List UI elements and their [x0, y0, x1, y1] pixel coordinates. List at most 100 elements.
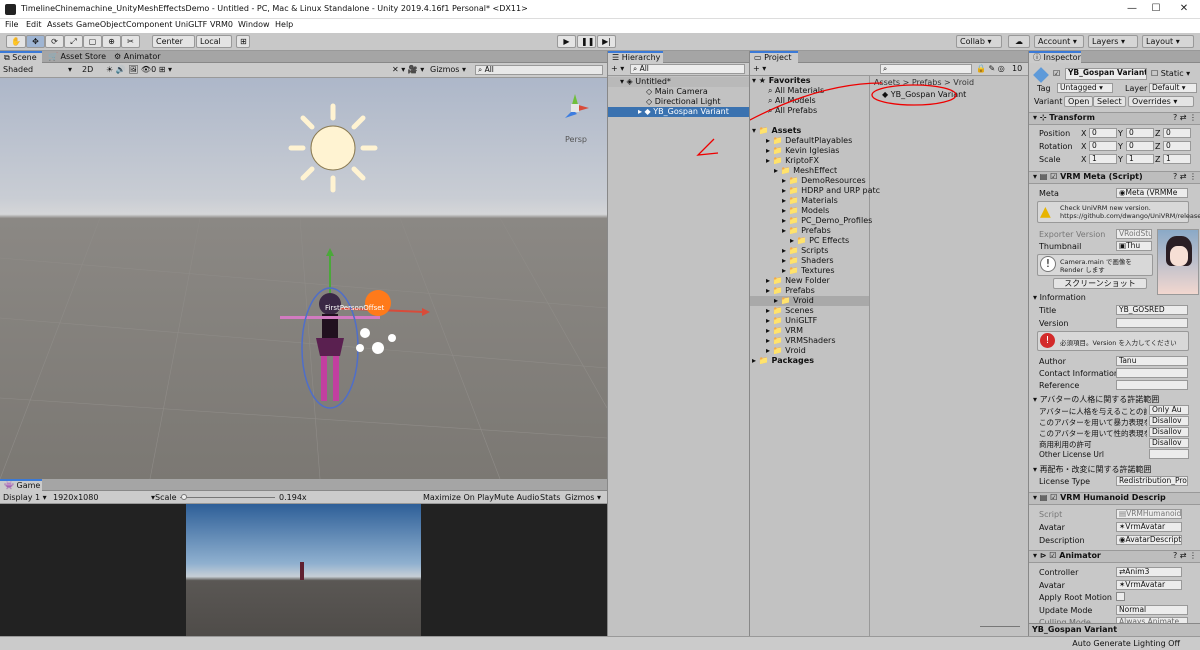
permission-foldout[interactable]: ▾ アバターの人格に関する許諾範囲 — [1033, 394, 1159, 405]
tools-icon[interactable]: ✕ ▾ 🎥 ▾ — [392, 65, 424, 74]
project-folder-item[interactable]: ▸ 📁 Prefabs — [750, 286, 869, 296]
shading-caret-icon[interactable]: ▾ — [68, 65, 72, 74]
tab-inspector[interactable]: ⓘ Inspector — [1029, 51, 1081, 63]
static-toggle[interactable]: ☐ Static ▾ — [1151, 69, 1190, 78]
project-folder-item[interactable]: ▸ 📁 Shaders — [750, 256, 869, 266]
transform-y-field[interactable]: 0 — [1126, 128, 1154, 138]
hierarchy-scene-root[interactable]: ▾ ◈ Untitled* — [608, 77, 750, 87]
tab-asset-store[interactable]: 🛒 Asset Store — [44, 51, 110, 63]
transform-x-field[interactable]: 0 — [1089, 141, 1117, 151]
screenshot-button[interactable]: スクリーンショット — [1053, 278, 1147, 289]
prefab-overrides-dropdown[interactable]: Overrides ▾ — [1128, 96, 1194, 107]
license-type-dropdown[interactable]: Redistribution_Pro — [1116, 476, 1188, 486]
author-field[interactable]: Tanu — [1116, 356, 1188, 366]
maximize-on-play-toggle[interactable]: Maximize On Play — [423, 493, 494, 502]
custom-tool-icon[interactable]: ✂ — [121, 35, 140, 48]
controller-field[interactable]: ⇄Anim3 — [1116, 567, 1182, 577]
humanoid-description-field[interactable]: ◉AvatarDescript — [1116, 535, 1182, 545]
animator-avatar-field[interactable]: ✶VrmAvatar — [1116, 580, 1182, 590]
cloud-icon[interactable]: ☁ — [1008, 35, 1030, 48]
transform-z-field[interactable]: 0 — [1163, 141, 1191, 151]
project-folder-item[interactable]: ▸ 📁 VRMShaders — [750, 336, 869, 346]
transform-z-field[interactable]: 0 — [1163, 128, 1191, 138]
project-folder-item[interactable]: ▸ 📁 VRM — [750, 326, 869, 336]
contact-field[interactable] — [1116, 368, 1188, 378]
project-folder-item[interactable]: ▸ 📁 Prefabs — [750, 226, 869, 236]
step-button-icon[interactable]: ▶| — [597, 35, 616, 48]
pause-button-icon[interactable]: ❚❚ — [577, 35, 596, 48]
tag-dropdown[interactable]: Untagged ▾ — [1057, 83, 1113, 93]
packages-header[interactable]: ▸ 📁 Packages — [750, 356, 869, 366]
transform-y-field[interactable]: 1 — [1126, 154, 1154, 164]
tab-hierarchy[interactable]: ☰ Hierarchy — [608, 51, 663, 63]
resolution-dropdown[interactable]: 1920x1080 ▾ — [53, 493, 155, 502]
transform-y-field[interactable]: 0 — [1126, 141, 1154, 151]
permission-row-dropdown[interactable]: Only Au — [1149, 405, 1189, 415]
menu-component[interactable]: Component — [126, 20, 172, 29]
prefab-open-button[interactable]: Open — [1064, 96, 1094, 107]
layers-dropdown[interactable]: Layers ▾ — [1088, 35, 1138, 48]
hierarchy-item[interactable]: ◇ Directional Light — [608, 97, 750, 107]
menu-vrm0[interactable]: VRM0 — [210, 20, 233, 29]
project-folder-item[interactable]: ▸ 📁 PC Effects — [750, 236, 869, 246]
vrm-humanoid-header[interactable]: ▾ ▤ ☑ VRM Humanoid Descrip — [1029, 492, 1200, 505]
menu-window[interactable]: Window — [238, 20, 270, 29]
lighting-toggle-icon[interactable]: ☀ 🔊 🖼 👁0 ⊞ ▾ — [106, 65, 172, 74]
menu-file[interactable]: File — [5, 20, 18, 29]
icon-size-slider[interactable] — [980, 626, 1020, 627]
transform-x-field[interactable]: 1 — [1089, 154, 1117, 164]
humanoid-avatar-field[interactable]: ✶VrmAvatar — [1116, 522, 1182, 532]
reference-field[interactable] — [1116, 380, 1188, 390]
object-name-field[interactable]: YB_Gospan Variant — [1065, 68, 1147, 80]
game-view[interactable] — [186, 504, 421, 636]
pivot-local-button[interactable]: Local — [196, 35, 232, 48]
menu-assets[interactable]: Assets — [47, 20, 73, 29]
hierarchy-search-input[interactable]: ⌕ All — [630, 64, 745, 74]
menu-edit[interactable]: Edit — [26, 20, 42, 29]
meta-field[interactable]: ◉Meta (VRMMe — [1116, 188, 1188, 198]
menu-help[interactable]: Help — [275, 20, 293, 29]
shading-mode-dropdown[interactable]: Shaded — [3, 65, 33, 74]
play-button-icon[interactable]: ▶ — [557, 35, 576, 48]
hierarchy-item-selected[interactable]: ▸ ◆ YB_Gospan Variant — [608, 107, 750, 117]
project-folder-item[interactable]: ▸ 📁 Scripts — [750, 246, 869, 256]
active-checkbox[interactable]: ☑ — [1053, 69, 1060, 78]
project-folder-item[interactable]: ▸ 📁 Textures — [750, 266, 869, 276]
project-folder-item[interactable]: ▸ 📁 Models — [750, 206, 869, 216]
game-gizmos-dropdown[interactable]: Gizmos ▾ — [565, 493, 601, 502]
transform-x-field[interactable]: 0 — [1089, 128, 1117, 138]
project-folder-item[interactable]: ▸ 📁 UniGLTF — [750, 316, 869, 326]
permission-row-dropdown[interactable]: Disallov — [1149, 416, 1189, 426]
mute-audio-toggle[interactable]: Mute Audio — [494, 493, 539, 502]
maximize-button[interactable]: ☐ — [1144, 2, 1168, 16]
scene-view[interactable]: Persp FirstPersonOffset — [0, 78, 607, 479]
scale-slider-track[interactable] — [180, 497, 275, 498]
transform-tool-icon[interactable]: ⊕ — [102, 35, 121, 48]
update-mode-dropdown[interactable]: Normal — [1116, 605, 1188, 615]
version-field[interactable] — [1116, 318, 1188, 328]
rotate-tool-icon[interactable]: ⟳ — [45, 35, 64, 48]
minimize-button[interactable]: — — [1120, 2, 1144, 16]
project-folder-item[interactable]: ▸ 📁 Vroid — [750, 346, 869, 356]
project-folder-item[interactable]: ▸ 📁 Vroid — [750, 296, 869, 306]
gizmos-dropdown[interactable]: Gizmos ▾ — [430, 65, 466, 74]
root-motion-checkbox[interactable] — [1116, 592, 1125, 601]
prefab-select-button[interactable]: Select — [1093, 96, 1126, 107]
transform-z-field[interactable]: 1 — [1163, 154, 1191, 164]
permission-row-dropdown[interactable]: Disallov — [1149, 427, 1189, 437]
hierarchy-create-button[interactable]: + ▾ — [611, 64, 624, 73]
layer-dropdown[interactable]: Default ▾ — [1149, 83, 1197, 93]
menu-gameobject[interactable]: GameObject — [76, 20, 126, 29]
permission-row-dropdown[interactable]: Disallov — [1149, 438, 1189, 448]
animator-header[interactable]: ▾ ⊳ ☑ Animator? ⇄ ⋮ — [1029, 550, 1200, 563]
tab-animator[interactable]: ⚙ Animator — [110, 51, 165, 63]
tab-scene[interactable]: ⧉ Scene — [0, 51, 42, 63]
thumbnail-field[interactable]: ▣Thu — [1116, 241, 1152, 251]
tab-game[interactable]: 👾 Game — [0, 479, 42, 491]
project-folder-item[interactable]: ▸ 📁 New Folder — [750, 276, 869, 286]
stats-toggle[interactable]: Stats — [540, 493, 560, 502]
project-folder-item[interactable]: ▸ 📁 PC_Demo_Profiles — [750, 216, 872, 226]
scene-search-input[interactable]: ⌕ All — [475, 65, 603, 75]
collab-dropdown[interactable]: Collab ▾ — [956, 35, 1002, 48]
hand-tool-icon[interactable]: ✋ — [6, 35, 26, 48]
